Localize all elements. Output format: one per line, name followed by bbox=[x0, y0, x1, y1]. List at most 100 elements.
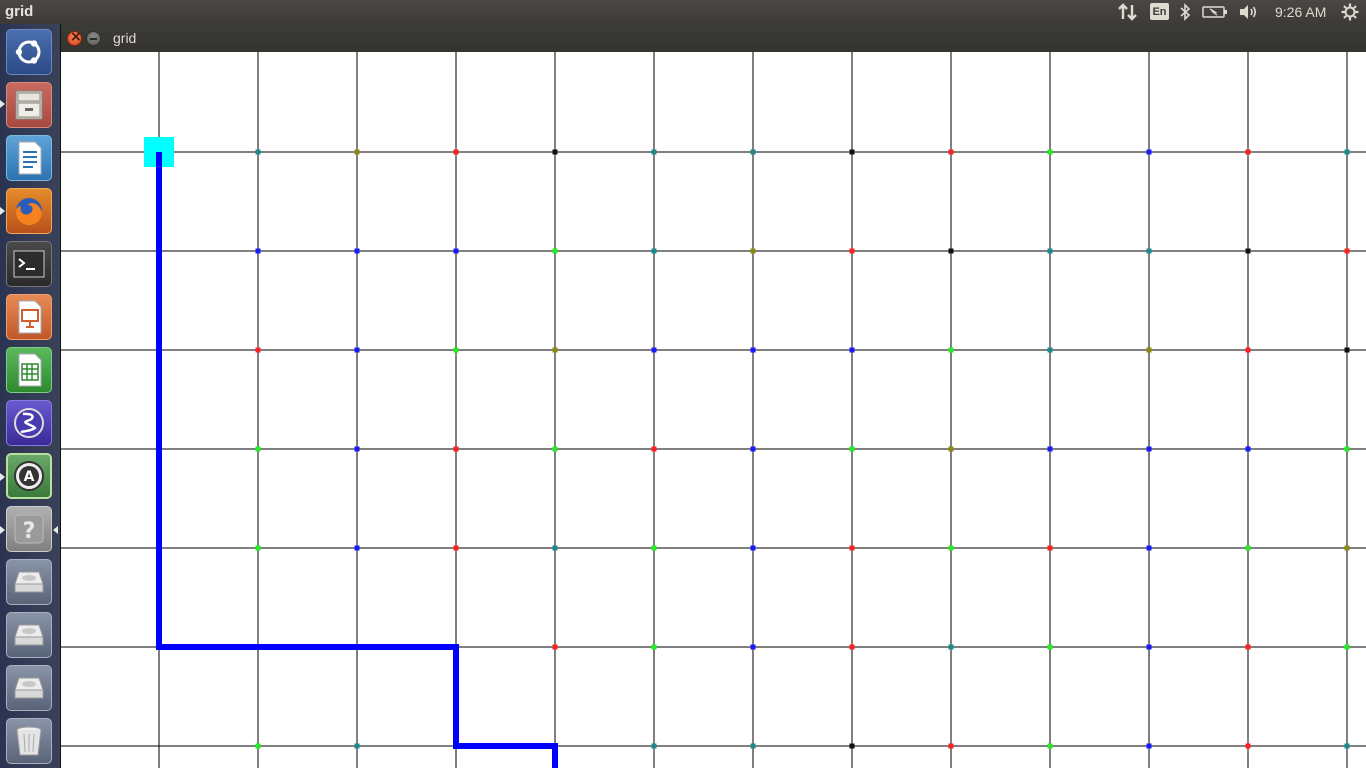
trash-icon bbox=[16, 726, 42, 756]
grid-node bbox=[453, 248, 459, 254]
grid-node bbox=[1047, 446, 1053, 452]
drive-3-button[interactable] bbox=[6, 665, 52, 711]
grid-node bbox=[651, 347, 657, 353]
grid-node bbox=[552, 248, 558, 254]
keyboard-language-indicator[interactable]: En bbox=[1150, 3, 1169, 20]
grid-node bbox=[1344, 347, 1350, 353]
grid-node bbox=[1047, 644, 1053, 650]
grid-node bbox=[1146, 743, 1152, 749]
libreoffice-calc-button[interactable] bbox=[6, 347, 52, 393]
running-indicator bbox=[0, 207, 5, 215]
grid-node bbox=[948, 743, 954, 749]
grid-node bbox=[651, 248, 657, 254]
grid-drawing bbox=[61, 52, 1366, 768]
question-mark-icon: ? bbox=[14, 514, 44, 544]
grid-node bbox=[651, 446, 657, 452]
running-indicator bbox=[0, 100, 5, 108]
grid-node bbox=[948, 149, 954, 155]
grid-node bbox=[354, 446, 360, 452]
grid-node bbox=[1146, 347, 1152, 353]
hard-drive-icon bbox=[14, 571, 44, 593]
grid-node bbox=[849, 248, 855, 254]
grid-node bbox=[1245, 248, 1251, 254]
network-arrows-icon[interactable] bbox=[1116, 0, 1140, 24]
grid-node bbox=[1047, 149, 1053, 155]
grid-node bbox=[354, 743, 360, 749]
grid-node bbox=[849, 644, 855, 650]
grid-node bbox=[1344, 545, 1350, 551]
grid-node bbox=[948, 347, 954, 353]
clock[interactable]: 9:26 AM bbox=[1275, 4, 1326, 20]
grid-node bbox=[552, 545, 558, 551]
help-button[interactable]: ? bbox=[6, 506, 52, 552]
grid-node bbox=[1245, 446, 1251, 452]
grid-node bbox=[1047, 347, 1053, 353]
grid-node bbox=[750, 149, 756, 155]
grid-node bbox=[1245, 149, 1251, 155]
grid-node bbox=[849, 743, 855, 749]
svg-text:?: ? bbox=[23, 519, 36, 544]
spreadsheet-calc-icon bbox=[18, 353, 42, 387]
svg-text:A: A bbox=[24, 469, 35, 485]
grid-node bbox=[651, 644, 657, 650]
grid-node bbox=[1245, 644, 1251, 650]
grid-node bbox=[255, 347, 261, 353]
battery-icon[interactable] bbox=[1200, 0, 1230, 24]
grid-node bbox=[1146, 248, 1152, 254]
top-panel: grid En 9:26 AM bbox=[0, 0, 1366, 24]
grid-node bbox=[948, 545, 954, 551]
grid-canvas[interactable] bbox=[61, 52, 1366, 768]
grid-node bbox=[849, 149, 855, 155]
grid-node bbox=[1344, 248, 1350, 254]
terminal-icon bbox=[13, 250, 45, 278]
grid-node bbox=[750, 644, 756, 650]
grid-node bbox=[453, 149, 459, 155]
grid-node bbox=[651, 545, 657, 551]
firefox-button[interactable] bbox=[6, 188, 52, 234]
grid-node bbox=[1146, 149, 1152, 155]
grid-node bbox=[948, 446, 954, 452]
hard-drive-icon bbox=[14, 677, 44, 699]
grid-node bbox=[1344, 743, 1350, 749]
software-updater-button[interactable]: A bbox=[6, 453, 52, 499]
grid-node bbox=[1146, 545, 1152, 551]
settings-gear-icon[interactable] bbox=[1338, 0, 1362, 24]
trash-button[interactable] bbox=[6, 718, 52, 764]
libreoffice-impress-button[interactable] bbox=[6, 294, 52, 340]
presentation-impress-icon bbox=[18, 300, 42, 334]
drive-2-button[interactable] bbox=[6, 612, 52, 658]
terminal-button[interactable] bbox=[6, 241, 52, 287]
grid-node bbox=[255, 248, 261, 254]
launcher: A ? bbox=[0, 24, 61, 768]
hard-drive-icon bbox=[14, 624, 44, 646]
active-app-name: grid bbox=[5, 3, 34, 20]
emacs-icon bbox=[14, 408, 44, 438]
grid-node bbox=[453, 545, 459, 551]
grid-node bbox=[948, 248, 954, 254]
window-close-button[interactable] bbox=[67, 29, 82, 46]
ubuntu-dash-button[interactable] bbox=[6, 29, 52, 75]
files-button[interactable] bbox=[6, 82, 52, 128]
running-indicator bbox=[0, 473, 5, 481]
volume-icon[interactable] bbox=[1237, 0, 1261, 24]
grid-node bbox=[354, 347, 360, 353]
window-titlebar[interactable]: grid bbox=[61, 24, 1366, 52]
grid-node bbox=[1245, 743, 1251, 749]
bluetooth-icon[interactable] bbox=[1176, 0, 1194, 24]
grid-node bbox=[948, 644, 954, 650]
grid-node bbox=[849, 446, 855, 452]
window-title: grid bbox=[113, 30, 137, 46]
grid-node bbox=[1344, 644, 1350, 650]
grid-node bbox=[453, 446, 459, 452]
grid-node bbox=[750, 347, 756, 353]
window-minimize-button[interactable] bbox=[86, 31, 101, 46]
libreoffice-writer-button[interactable] bbox=[6, 135, 52, 181]
drive-1-button[interactable] bbox=[6, 559, 52, 605]
grid-node bbox=[453, 347, 459, 353]
software-updater-icon: A bbox=[14, 461, 44, 491]
emacs-button[interactable] bbox=[6, 400, 52, 446]
grid-node bbox=[1245, 545, 1251, 551]
grid-node bbox=[255, 545, 261, 551]
grid-node bbox=[1146, 644, 1152, 650]
grid-node bbox=[552, 644, 558, 650]
